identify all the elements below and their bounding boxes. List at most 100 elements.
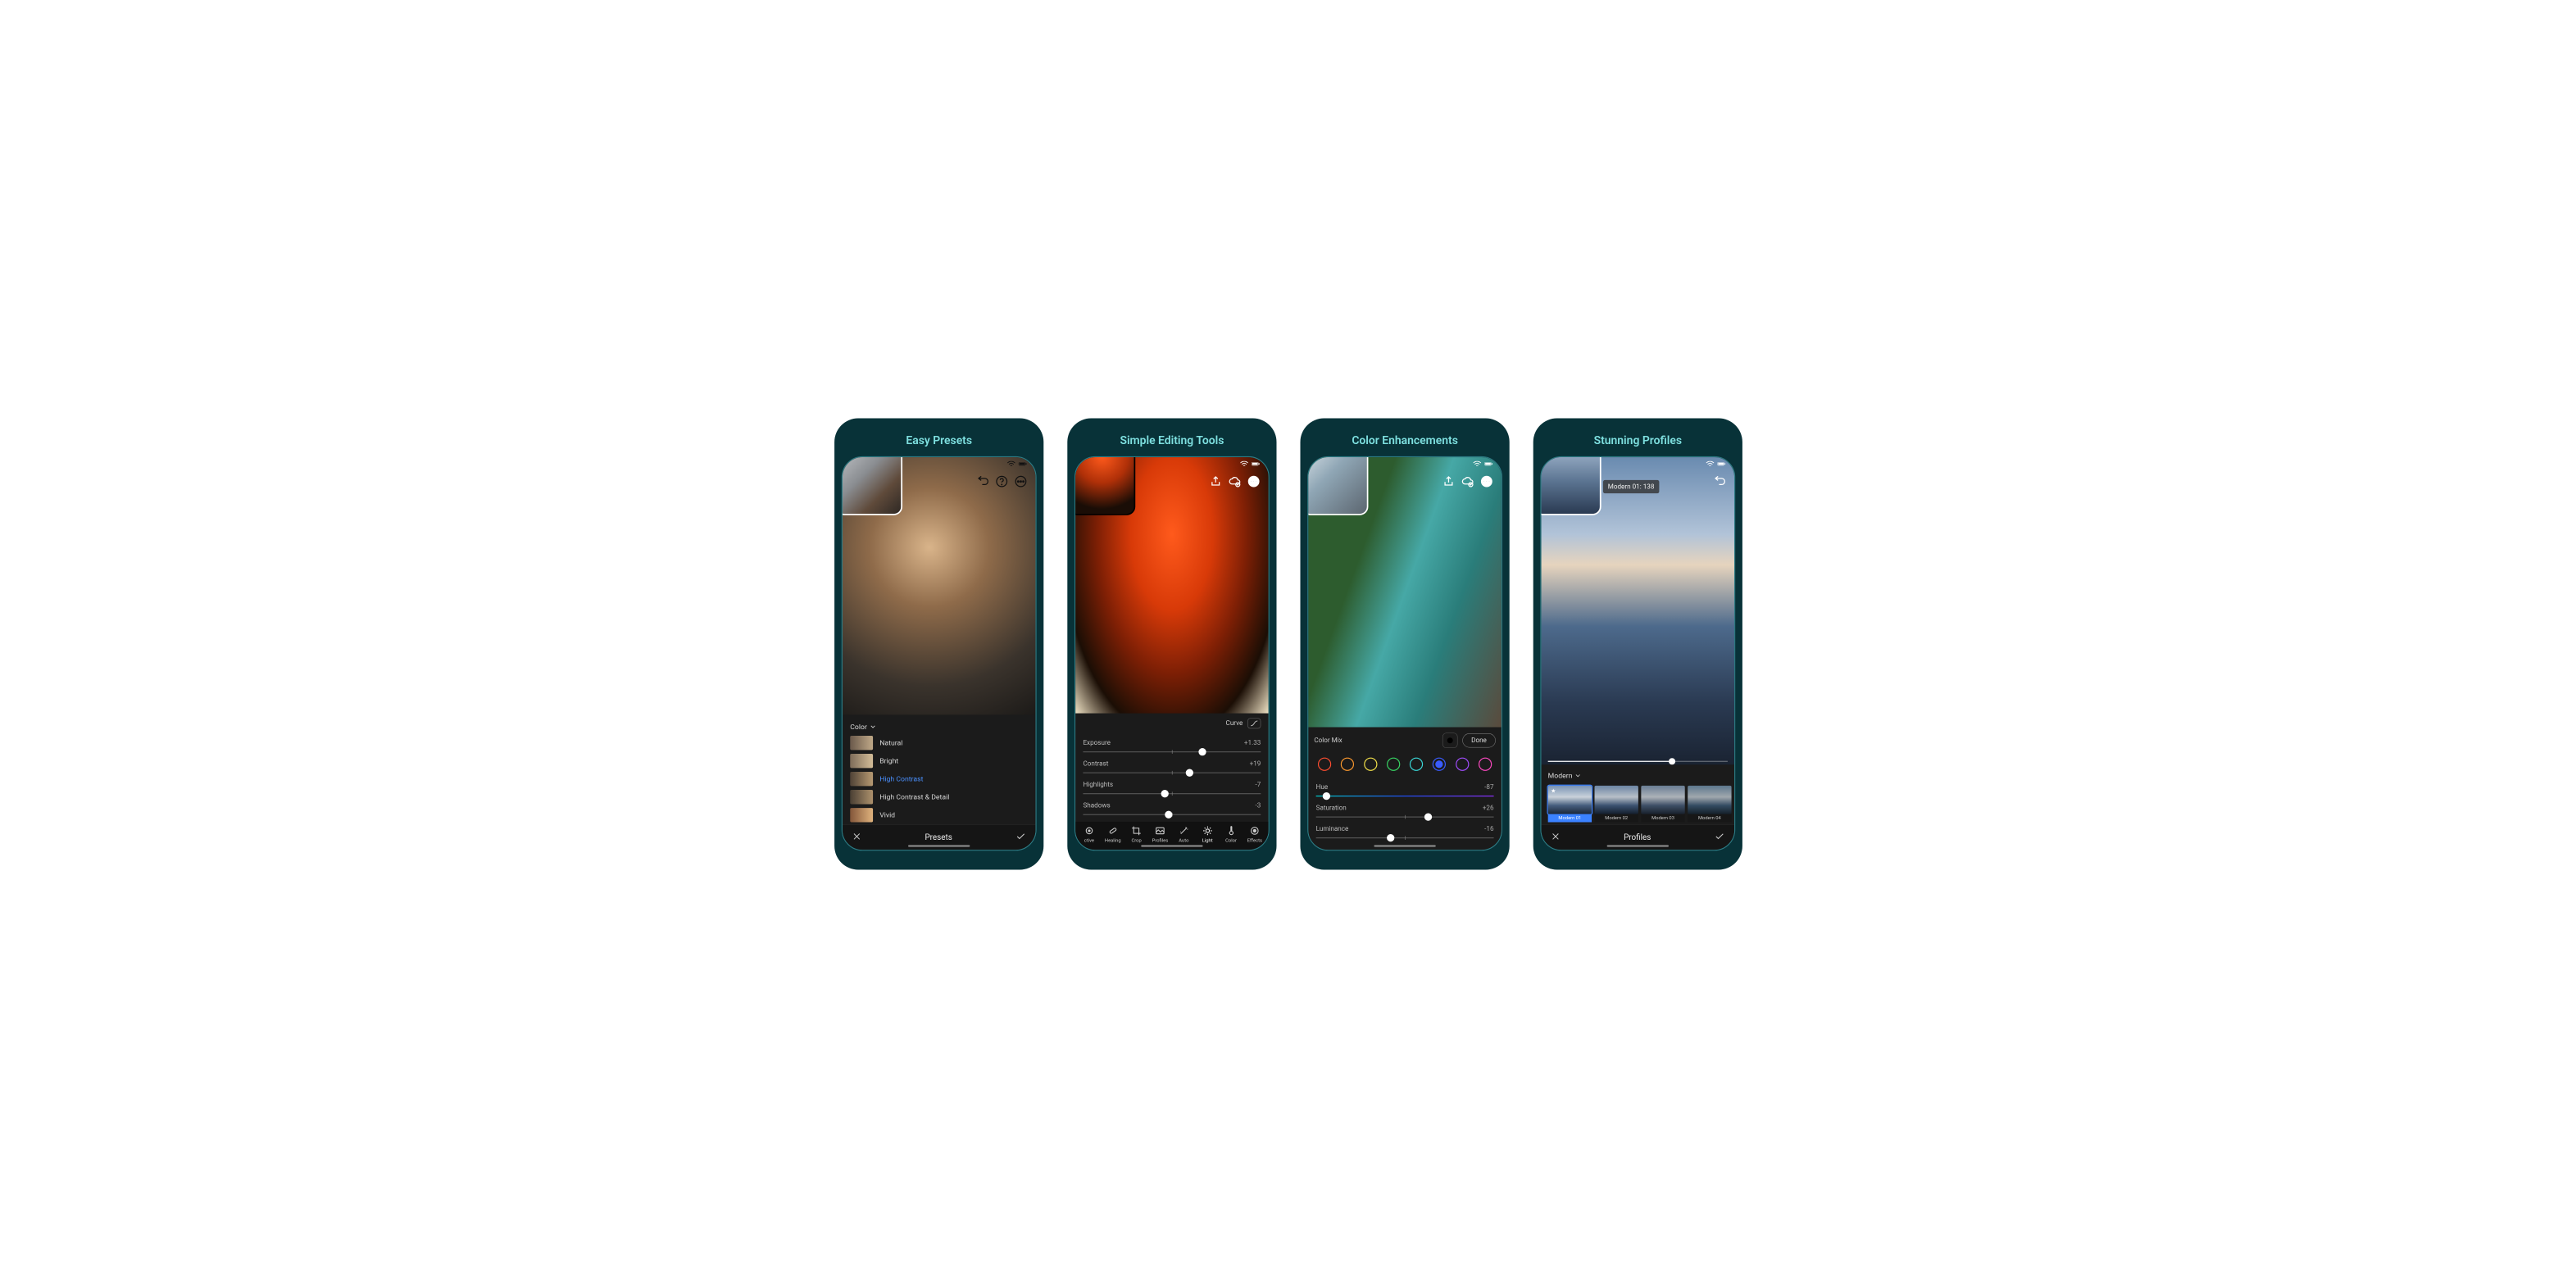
confirm-icon[interactable] (1015, 831, 1026, 843)
more-icon[interactable] (1247, 475, 1260, 488)
profile-card[interactable]: Modern 02 (1594, 786, 1638, 823)
swatch-yellow[interactable] (1364, 758, 1377, 771)
luminance-slider[interactable] (1315, 833, 1493, 841)
slider-label: Luminance (1315, 825, 1348, 832)
close-icon[interactable] (1551, 832, 1561, 843)
preset-item[interactable]: High Contrast (842, 770, 1034, 788)
close-icon[interactable] (852, 832, 861, 843)
more-icon[interactable] (1014, 475, 1026, 488)
preset-label: Natural (879, 738, 902, 746)
wand-icon (1178, 826, 1188, 837)
done-button[interactable]: Done (1462, 733, 1496, 747)
before-thumbnail (841, 456, 902, 515)
confirm-icon[interactable] (1714, 831, 1724, 843)
tool-auto[interactable]: Auto (1172, 826, 1194, 843)
home-indicator[interactable] (1141, 845, 1202, 846)
crop-icon (1131, 826, 1142, 837)
tool-selective[interactable]: ctive (1078, 826, 1100, 843)
undo-icon[interactable] (1713, 475, 1725, 488)
swatch-magenta[interactable] (1478, 758, 1491, 771)
device-editing: Curve Exposure+1.33 Contrast+19 Highligh… (1074, 456, 1270, 850)
home-indicator[interactable] (1374, 845, 1435, 846)
profile-thumb (1594, 786, 1638, 814)
shadows-slider[interactable] (1083, 810, 1261, 819)
share-icon[interactable] (1442, 475, 1454, 488)
preset-swatch (850, 772, 873, 786)
profile-thumb (1688, 786, 1731, 814)
profiles-panel: Modern ★Modern 01 Modern 02 Modern 03 Mo… (1541, 764, 1733, 824)
profile-category[interactable]: Modern (1541, 769, 1733, 782)
showcase-color: Color Enhancements Color Mix Done (1300, 419, 1509, 870)
tool-color[interactable]: Color (1220, 826, 1242, 843)
profile-name: Modern 02 (1594, 814, 1638, 823)
image-icon (1155, 826, 1165, 837)
tool-label: Effects (1247, 838, 1261, 843)
showcase-title: Easy Presets (906, 433, 972, 447)
swatch-purple[interactable] (1455, 758, 1468, 771)
profile-amount-slider[interactable] (1547, 761, 1727, 762)
tool-crop[interactable]: Crop (1125, 826, 1147, 843)
saturation-slider[interactable] (1315, 813, 1493, 821)
slider-label: Shadows (1083, 802, 1110, 810)
preset-swatch (850, 808, 873, 822)
swatch-aqua[interactable] (1409, 758, 1422, 771)
profile-strip[interactable]: ★Modern 01 Modern 02 Modern 03 Modern 04… (1541, 782, 1733, 823)
curve-label: Curve (1225, 719, 1243, 727)
cloud-check-icon[interactable] (1228, 475, 1240, 488)
preset-item[interactable]: Natural (842, 734, 1034, 752)
preset-item[interactable]: Bright (842, 752, 1034, 770)
swatch-green[interactable] (1386, 758, 1399, 771)
contrast-slider[interactable] (1083, 769, 1261, 777)
chevron-down-icon (870, 723, 875, 729)
bottom-title: Profiles (1624, 832, 1651, 842)
battery-icon (1251, 461, 1259, 467)
slider-value: -7 (1255, 781, 1261, 788)
share-icon[interactable] (1209, 475, 1221, 488)
profile-card[interactable]: Modern 03 (1641, 786, 1684, 823)
slider-label: Contrast (1083, 760, 1108, 768)
exposure-slider[interactable] (1083, 747, 1261, 755)
targeted-adjustment-button[interactable] (1442, 732, 1457, 748)
profile-card[interactable]: Modern 04 (1688, 786, 1731, 823)
profile-name: Modern 01 (1547, 814, 1591, 823)
home-indicator[interactable] (908, 845, 970, 846)
slider-value: -16 (1484, 825, 1493, 832)
showcase-profiles: Stunning Profiles Modern 01: 138 Modern (1533, 419, 1742, 870)
swatch-red[interactable] (1318, 758, 1331, 771)
home-indicator[interactable] (1606, 845, 1668, 846)
undo-icon[interactable] (976, 475, 988, 488)
device-profiles: Modern 01: 138 Modern ★Modern 01 Modern … (1540, 456, 1735, 850)
category-label: Modern (1547, 771, 1572, 779)
thermometer-icon (1225, 826, 1236, 837)
tool-healing[interactable]: Healing (1102, 826, 1124, 843)
device-presets: Color Natural Bright High Contrast High … (841, 456, 1036, 850)
showcase-title: Stunning Profiles (1593, 433, 1681, 447)
showcase-title: Color Enhancements (1352, 433, 1458, 447)
tool-label: Color (1225, 838, 1237, 843)
preset-category[interactable]: Color (842, 719, 1034, 733)
tool-effects[interactable]: Effects (1243, 826, 1265, 843)
hue-slider[interactable] (1315, 791, 1493, 800)
curve-button[interactable] (1247, 718, 1261, 728)
showcase-presets: Easy Presets Color Natural Bright High (834, 419, 1043, 870)
help-icon[interactable] (995, 475, 1007, 488)
chevron-down-icon (1574, 773, 1580, 778)
highlights-slider[interactable] (1083, 789, 1261, 797)
slider-label: Exposure (1083, 739, 1110, 746)
tool-light[interactable]: Light (1196, 826, 1218, 843)
preset-item[interactable]: Vivid (842, 806, 1034, 824)
more-icon[interactable] (1480, 475, 1492, 488)
tool-profiles[interactable]: Profiles (1149, 826, 1171, 843)
preset-label: Vivid (879, 811, 895, 819)
swatch-orange[interactable] (1341, 758, 1354, 771)
wifi-icon (1473, 461, 1481, 467)
preset-item[interactable]: High Contrast & Detail (842, 788, 1034, 806)
slider-label: Saturation (1315, 804, 1346, 811)
color-swatches (1308, 754, 1501, 778)
profile-overlay-label: Modern 01: 138 (1602, 480, 1658, 493)
tool-label: Healing (1104, 838, 1120, 843)
profile-card[interactable]: ★Modern 01 (1547, 786, 1591, 823)
swatch-blue[interactable] (1432, 758, 1445, 771)
cloud-check-icon[interactable] (1461, 475, 1474, 488)
bandage-icon (1107, 826, 1118, 837)
